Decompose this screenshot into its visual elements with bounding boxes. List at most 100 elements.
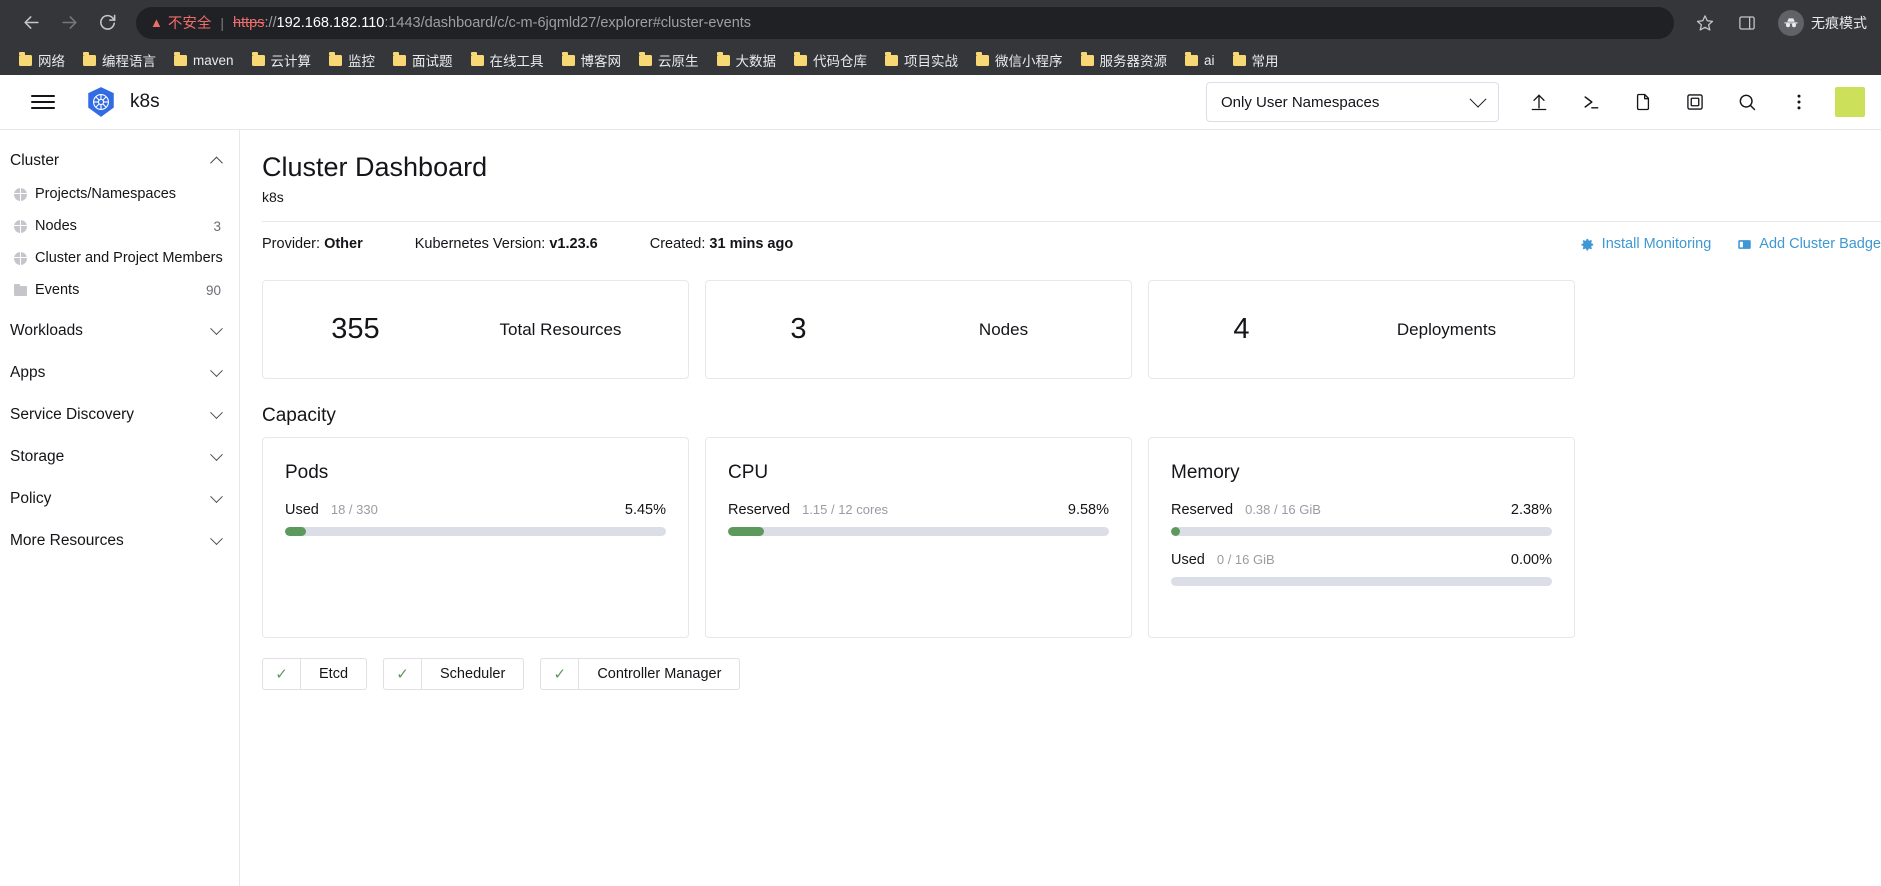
bookmark-item[interactable]: 服务器资源: [1072, 48, 1177, 72]
add-cluster-badge-link[interactable]: Add Cluster Badge: [1737, 236, 1881, 252]
bookmark-item[interactable]: 常用: [1224, 48, 1288, 72]
component-status-scheduler[interactable]: ✓ Scheduler: [383, 658, 525, 691]
back-button[interactable]: [14, 6, 48, 40]
capacity-row-gap: [1171, 536, 1552, 552]
capacity-card-memory: Memory Reserved 0.38 / 16 GiB 2.38% Used…: [1148, 437, 1575, 639]
incognito-indicator[interactable]: 无痕模式: [1778, 9, 1867, 36]
kubernetes-logo-icon: [88, 87, 114, 117]
bookmark-item[interactable]: 面试题: [384, 48, 462, 72]
file-icon[interactable]: [1617, 80, 1669, 124]
bookmark-item[interactable]: 监控: [320, 48, 384, 72]
sidebar-group-label: More Resources: [10, 532, 124, 549]
address-bar[interactable]: ▲ 不安全 | https://192.168.182.110:1443/das…: [136, 6, 1674, 39]
reload-button[interactable]: [90, 6, 124, 40]
summary-counts: 355 Total Resources 3 Nodes 4 Deployment…: [262, 280, 1881, 380]
bookmark-item[interactable]: 编程语言: [74, 48, 165, 72]
bookmark-item[interactable]: 在线工具: [462, 48, 553, 72]
namespace-filter-value: Only User Namespaces: [1221, 93, 1380, 111]
sidebar-group-more-resources[interactable]: More Resources: [0, 524, 239, 558]
namespace-filter-select[interactable]: Only User Namespaces: [1206, 82, 1499, 122]
folder-icon: [174, 52, 187, 66]
bookmark-item[interactable]: 大数据: [708, 48, 786, 72]
bookmark-item[interactable]: ai: [1176, 48, 1224, 72]
bookmark-item[interactable]: maven: [165, 48, 243, 72]
sidebar-group-policy[interactable]: Policy: [0, 482, 239, 516]
search-icon[interactable]: [1721, 80, 1773, 124]
capacity-row: Reserved 0.38 / 16 GiB 2.38%: [1171, 502, 1552, 518]
component-status-label: Etcd: [319, 666, 349, 683]
bookmark-item[interactable]: 项目实战: [876, 48, 967, 72]
sidebar-item-events[interactable]: Events 90: [0, 274, 239, 306]
avatar[interactable]: [1835, 87, 1865, 117]
sidebar-group-cluster[interactable]: Cluster: [0, 144, 239, 178]
brand[interactable]: k8s: [84, 85, 160, 119]
capacity-row-fraction: 18 / 330: [330, 502, 378, 518]
sidebar-item-cluster-project-members[interactable]: Cluster and Project Members: [0, 242, 239, 274]
component-status-etcd[interactable]: ✓ Etcd: [262, 658, 368, 691]
capacity-row-fraction: 0.38 / 16 GiB: [1245, 502, 1321, 518]
warning-triangle-icon: ▲: [150, 15, 163, 30]
cluster-picker-icon[interactable]: [1669, 80, 1721, 124]
page-title: Cluster Dashboard: [262, 152, 488, 182]
globe-icon: [14, 187, 27, 201]
capacity-bar-fill: [1171, 527, 1181, 537]
count-label: Nodes: [978, 319, 1029, 339]
count-card-nodes: 3 Nodes: [705, 280, 1132, 380]
insecure-label: 不安全: [167, 16, 212, 32]
bookmark-item[interactable]: 云计算: [243, 48, 321, 72]
bookmark-label: maven: [193, 52, 234, 68]
bookmark-label: 代码仓库: [813, 54, 868, 69]
sidebar-group-label: Service Discovery: [10, 406, 135, 423]
sidebar-item-nodes[interactable]: Nodes 3: [0, 210, 239, 242]
install-monitoring-label: Install Monitoring: [1601, 236, 1712, 253]
sidebar-item-count: 90: [205, 282, 221, 298]
incognito-label: 无痕模式: [1811, 14, 1867, 31]
bookmarks-bar: 网络 编程语言 maven 云计算 监控 面试题 在线工具 博客网 云原生 大数…: [0, 45, 1881, 75]
folder-icon: [976, 52, 990, 66]
sidebar-group-label: Apps: [10, 364, 46, 381]
check-icon: ✓: [263, 659, 301, 690]
count-value: 4: [1233, 313, 1250, 346]
rancher-app: k8s Only User Namespaces Cluster Project…: [0, 75, 1881, 886]
sidebar-group-workloads[interactable]: Workloads: [0, 314, 239, 348]
component-status-controller-manager[interactable]: ✓ Controller Manager: [540, 658, 741, 691]
bookmark-star-icon[interactable]: [1692, 10, 1718, 36]
kubectl-shell-icon[interactable]: [1565, 80, 1617, 124]
add-cluster-badge-label: Add Cluster Badge: [1759, 236, 1881, 253]
bookmark-label: 云计算: [270, 54, 312, 69]
capacity-card-pods: Pods Used 18 / 330 5.45%: [262, 437, 689, 639]
bookmark-item[interactable]: 博客网: [553, 48, 631, 72]
bookmark-item[interactable]: 微信小程序: [967, 48, 1072, 72]
bookmark-label: 大数据: [735, 54, 777, 69]
capacity-card-title: Memory: [1171, 462, 1240, 484]
install-monitoring-link[interactable]: Install Monitoring: [1580, 236, 1712, 253]
sidebar-group-apps[interactable]: Apps: [0, 356, 239, 390]
hamburger-menu-icon[interactable]: [26, 85, 60, 119]
sidebar-group-service-discovery[interactable]: Service Discovery: [0, 398, 239, 432]
forward-button[interactable]: [52, 6, 86, 40]
chevron-down-icon: [1469, 90, 1487, 108]
folder-icon: [1185, 52, 1199, 66]
capacity-bar-track: [1171, 527, 1552, 537]
import-yaml-icon[interactable]: [1513, 80, 1565, 124]
sidebar-item-projects-namespaces[interactable]: Projects/Namespaces: [0, 178, 239, 210]
capacity-row: Reserved 1.15 / 12 cores 9.58%: [728, 502, 1109, 518]
side-panel-icon[interactable]: [1734, 10, 1760, 36]
bookmark-label: 监控: [348, 54, 376, 69]
capacity-row-fraction: 1.15 / 12 cores: [802, 502, 889, 518]
bookmark-label: 编程语言: [102, 54, 156, 69]
sidebar-group-storage[interactable]: Storage: [0, 440, 239, 474]
capacity-bar-track: [1171, 577, 1552, 587]
capacity-row: Used 18 / 330 5.45%: [285, 502, 666, 518]
bookmark-item[interactable]: 代码仓库: [785, 48, 876, 72]
bookmark-item[interactable]: 云原生: [630, 48, 708, 72]
bookmark-item[interactable]: 网络: [10, 48, 74, 72]
capacity-row-percent: 0.00%: [1510, 552, 1552, 569]
sidebar-group-label: Policy: [10, 490, 52, 507]
capacity-row-percent: 9.58%: [1067, 502, 1109, 519]
capacity-row-key: Used: [1171, 552, 1205, 569]
component-status-row: ✓ Etcd ✓ Scheduler ✓ Controller Manager: [262, 658, 1881, 691]
overflow-menu-icon[interactable]: [1773, 80, 1825, 124]
capacity-row-key: Used: [285, 502, 319, 519]
